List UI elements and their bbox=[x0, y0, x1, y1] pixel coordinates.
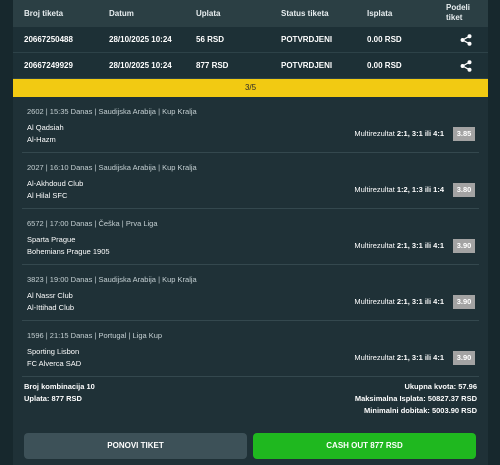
pick-label: Multirezultat bbox=[354, 297, 395, 306]
match-meta: 3823 | 19:00 Danas | Saudijska Arabija |… bbox=[27, 275, 197, 284]
cash-out-button[interactable]: CASH OUT 877 RSD bbox=[253, 433, 476, 459]
away-team: FC Alverca SAD bbox=[27, 359, 82, 368]
away-team: Al-Hazm bbox=[27, 135, 56, 144]
pager-label: 3/5 bbox=[244, 83, 257, 92]
away-team: Al Hilal SFC bbox=[27, 191, 68, 200]
ticket-payment: 56 RSD bbox=[196, 35, 225, 44]
combinations-count: Broj kombinacija 10 bbox=[24, 382, 95, 391]
header-share-line2: tiket bbox=[446, 13, 463, 22]
ticket-row[interactable]: 20667250488 28/10/2025 10:24 56 RSD POTV… bbox=[13, 27, 488, 53]
repeat-ticket-button[interactable]: PONOVI TIKET bbox=[24, 433, 247, 459]
match-meta: 6572 | 17:00 Danas | Češka | Prva Liga bbox=[27, 219, 158, 228]
share-icon[interactable] bbox=[460, 59, 472, 72]
pick-label: Multirezultat bbox=[354, 241, 395, 250]
home-team: Sporting Lisbon bbox=[27, 347, 80, 356]
ticket-status: POTVRDJENI bbox=[281, 35, 333, 44]
pick: Multirezultat 2:1, 3:1 ili 4:1 bbox=[354, 241, 444, 251]
home-team: Sparta Prague bbox=[27, 235, 76, 244]
header-date: Datum bbox=[109, 9, 134, 18]
odd-box: 3.90 bbox=[453, 351, 475, 365]
summary-payment: Uplata: 877 RSD bbox=[24, 394, 82, 403]
ticket-date: 28/10/2025 10:24 bbox=[109, 35, 172, 44]
ticket-number: 20667249929 bbox=[24, 61, 73, 70]
pick-label: Multirezultat bbox=[354, 353, 395, 362]
odd-box: 3.80 bbox=[453, 183, 475, 197]
match-item: 3823 | 19:00 Danas | Saudijska Arabija |… bbox=[13, 265, 488, 321]
odd-box: 3.85 bbox=[453, 127, 475, 141]
match-item: 2602 | 15:35 Danas | Saudijska Arabija |… bbox=[13, 97, 488, 153]
header-payment: Uplata bbox=[196, 9, 221, 18]
header-share-line1: Podeli bbox=[446, 3, 471, 12]
ticket-details: 2602 | 15:35 Danas | Saudijska Arabija |… bbox=[13, 97, 488, 465]
ticket-payout: 0.00 RSD bbox=[367, 35, 402, 44]
ticket-payment: 877 RSD bbox=[196, 61, 229, 70]
pick-label: Multirezultat bbox=[354, 129, 395, 138]
match-meta: 2027 | 16:10 Danas | Saudijska Arabija |… bbox=[27, 163, 197, 172]
share-icon[interactable] bbox=[460, 33, 472, 46]
home-team: Al-Akhdoud Club bbox=[27, 179, 84, 188]
match-item: 1596 | 21:15 Danas | Portugal | Liga Kup… bbox=[13, 321, 488, 377]
header-status: Status tiketa bbox=[281, 9, 329, 18]
pick-value: 2:1, 3:1 ili 4:1 bbox=[396, 129, 444, 138]
max-payout: Maksimalna Isplata: 50827.37 RSD bbox=[354, 394, 477, 403]
ticket-status: POTVRDJENI bbox=[281, 61, 333, 70]
match-item: 2027 | 16:10 Danas | Saudijska Arabija |… bbox=[13, 153, 488, 209]
ticket-date: 28/10/2025 10:24 bbox=[109, 61, 172, 70]
match-meta: 2602 | 15:35 Danas | Saudijska Arabija |… bbox=[27, 107, 197, 116]
ticket-number: 20667250488 bbox=[24, 35, 73, 44]
min-win: Minimalni dobitak: 5003.90 RSD bbox=[364, 406, 477, 415]
pick-value: 2:1, 3:1 ili 4:1 bbox=[396, 241, 444, 250]
odd-box: 3.90 bbox=[453, 295, 475, 309]
pick: Multirezultat 2:1, 3:1 ili 4:1 bbox=[354, 129, 444, 139]
header-payout: Isplata bbox=[367, 9, 393, 18]
pick: Multirezultat 2:1, 3:1 ili 4:1 bbox=[354, 353, 444, 363]
away-team: Al-Ittihad Club bbox=[27, 303, 75, 312]
table-header: Broj tiketa Datum Uplata Status tiketa I… bbox=[13, 0, 488, 27]
home-team: Al Qadsiah bbox=[27, 123, 64, 132]
ticket-row[interactable]: 20667249929 28/10/2025 10:24 877 RSD POT… bbox=[13, 53, 488, 79]
pager-bar[interactable]: 3/5 bbox=[13, 79, 488, 97]
total-odd: Ukupna kvota: 57.96 bbox=[404, 382, 477, 391]
pick-label: Multirezultat bbox=[354, 185, 395, 194]
ticket-payout: 0.00 RSD bbox=[367, 61, 402, 70]
pick-value: 2:1, 3:1 ili 4:1 bbox=[396, 353, 444, 362]
pick: Multirezultat 1:2, 1:3 ili 1:4 bbox=[354, 185, 444, 195]
match-item: 6572 | 17:00 Danas | Češka | Prva Liga S… bbox=[13, 209, 488, 265]
match-meta: 1596 | 21:15 Danas | Portugal | Liga Kup bbox=[27, 331, 163, 340]
pick-value: 2:1, 3:1 ili 4:1 bbox=[396, 297, 444, 306]
divider bbox=[22, 376, 479, 377]
away-team: Bohemians Prague 1905 bbox=[27, 247, 110, 256]
pick-value: 1:2, 1:3 ili 1:4 bbox=[396, 185, 444, 194]
odd-box: 3.90 bbox=[453, 239, 475, 253]
pick: Multirezultat 2:1, 3:1 ili 4:1 bbox=[354, 297, 444, 307]
home-team: Al Nassr Club bbox=[27, 291, 73, 300]
header-ticket-number: Broj tiketa bbox=[24, 9, 64, 18]
